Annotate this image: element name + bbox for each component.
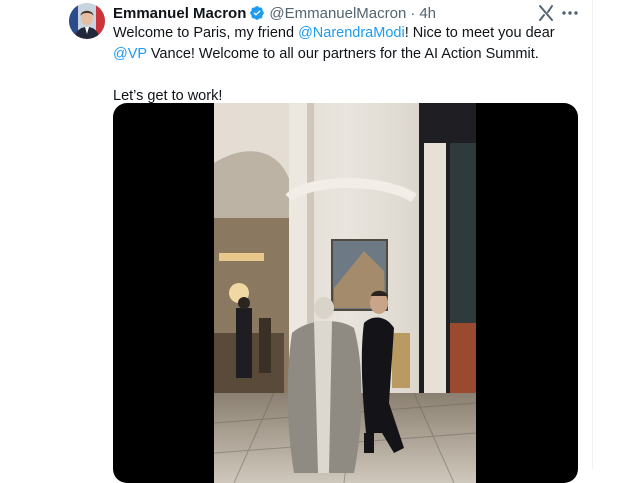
grok-icon[interactable]: [536, 3, 556, 23]
separator-dot: ·: [410, 4, 416, 22]
avatar-image: [69, 3, 105, 39]
author-name[interactable]: Emmanuel Macron: [113, 5, 246, 22]
tweet-text-part: ! Nice to meet you dear: [404, 25, 555, 41]
tweet-header: Emmanuel Macron @EmmanuelMacron · 4h: [113, 3, 436, 23]
video-player[interactable]: [113, 103, 578, 483]
tweet-text-part: Welcome to Paris, my friend: [113, 25, 299, 41]
avatar[interactable]: [69, 3, 105, 39]
more-icon[interactable]: [560, 3, 580, 23]
mention-link-vp[interactable]: @VP: [113, 46, 147, 62]
tweet-text-part: Vance! Welcome to all our partners for t…: [146, 46, 539, 62]
timeline-divider: [592, 0, 593, 470]
tweet-timestamp[interactable]: 4h: [419, 5, 436, 22]
author-handle[interactable]: @EmmanuelMacron: [269, 5, 406, 22]
tweet-paragraph-1: Welcome to Paris, my friend @NarendraMod…: [113, 23, 583, 65]
tweet-text: Welcome to Paris, my friend @NarendraMod…: [113, 23, 583, 107]
mention-link-narendramodi[interactable]: @NarendraModi: [298, 25, 405, 41]
verified-badge-icon: [249, 5, 265, 21]
video-frame: [214, 103, 476, 483]
